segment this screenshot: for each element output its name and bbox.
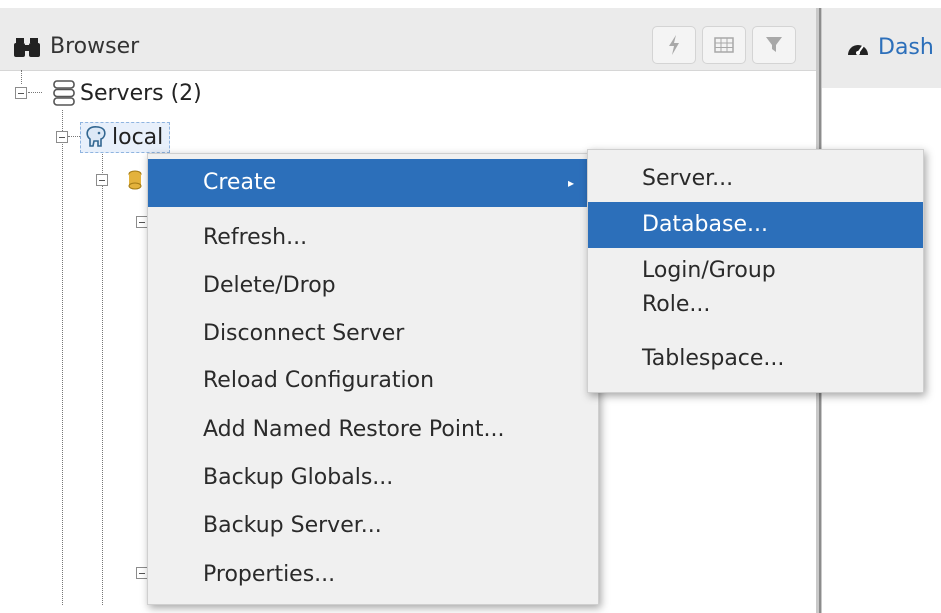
collapse-toggle[interactable] (56, 131, 68, 143)
local-label: local (112, 124, 164, 150)
menu-item-label: Refresh... (203, 225, 308, 250)
submenu-item-label: Login/Group Role... (642, 258, 776, 317)
menu-item-backup-globals[interactable]: Backup Globals... (148, 454, 598, 502)
view-data-button[interactable] (702, 26, 746, 64)
submenu-item-server[interactable]: Server... (588, 160, 923, 198)
tree-connector (62, 110, 63, 605)
binoculars-icon (14, 38, 40, 57)
menu-item-properties[interactable]: Properties... (148, 551, 598, 599)
dashboard-gauge-icon (848, 44, 868, 55)
submenu-item-label: Database... (642, 212, 768, 237)
menu-item-label: Add Named Restore Point... (203, 417, 505, 442)
menu-item-reload-configuration[interactable]: Reload Configuration (148, 357, 598, 405)
tree-node-databases[interactable] (96, 168, 142, 192)
browser-panel-header: Browser (0, 8, 816, 71)
menu-item-create[interactable]: Create ▸ (148, 159, 598, 207)
collapse-toggle[interactable] (96, 174, 108, 186)
grid-icon (714, 37, 734, 53)
tree-connector (102, 148, 103, 605)
menu-item-label: Create (203, 170, 277, 195)
dashboard-tab-label: Dash (878, 35, 934, 60)
menu-item-label: Properties... (203, 562, 336, 587)
menu-item-refresh[interactable]: Refresh... (148, 214, 598, 262)
menu-item-label: Disconnect Server (203, 321, 405, 346)
dashboard-tab[interactable]: Dash (846, 35, 934, 60)
context-menu: Create ▸ Refresh... Delete/Drop Disconne… (147, 153, 599, 605)
submenu-item-database[interactable]: Database... (588, 202, 923, 248)
query-tool-button[interactable] (652, 26, 696, 64)
filter-button[interactable] (752, 26, 796, 64)
servers-label: Servers (2) (80, 80, 202, 106)
menu-item-label: Backup Globals... (203, 465, 394, 490)
menu-item-delete-drop[interactable]: Delete/Drop (148, 262, 598, 310)
tree-node-local[interactable]: local (56, 120, 171, 154)
menu-item-label: Reload Configuration (203, 368, 435, 393)
tree-node-servers[interactable]: Servers (2) (15, 78, 202, 108)
postgres-elephant-icon (86, 126, 106, 147)
menu-item-add-named-restore-point[interactable]: Add Named Restore Point... (148, 406, 598, 454)
menu-item-backup-server[interactable]: Backup Server... (148, 502, 598, 550)
submenu-item-tablespace[interactable]: Tablespace... (588, 340, 923, 378)
browser-title: Browser (14, 16, 139, 78)
menu-item-disconnect-server[interactable]: Disconnect Server (148, 310, 598, 358)
create-submenu: Server... Database... Login/Group Role..… (587, 149, 924, 393)
menu-item-label: Delete/Drop (203, 273, 336, 298)
database-icon (128, 170, 142, 190)
submenu-item-login-group-role[interactable]: Login/Group Role... (588, 254, 888, 330)
submenu-item-label: Server... (642, 166, 734, 191)
local-server-label[interactable]: local (80, 121, 171, 153)
servers-icon (53, 80, 75, 106)
collapse-toggle[interactable] (15, 87, 27, 99)
browser-title-label: Browser (50, 34, 140, 59)
submenu-item-label: Tablespace... (642, 346, 785, 371)
filter-icon (766, 37, 782, 52)
lightning-icon (669, 35, 679, 55)
submenu-arrow-icon: ▸ (567, 176, 574, 190)
menu-item-label: Backup Server... (203, 513, 382, 538)
